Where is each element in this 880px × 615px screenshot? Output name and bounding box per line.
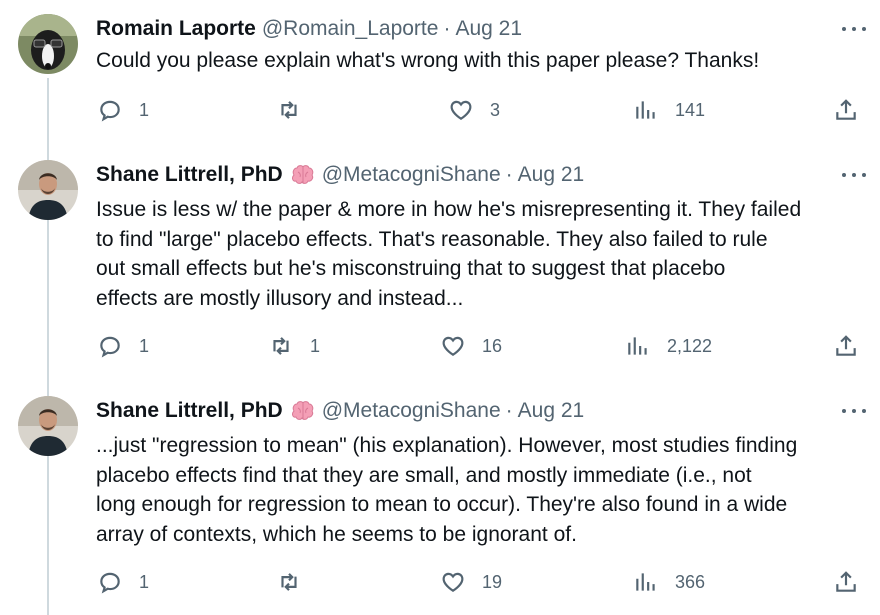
like-button[interactable]: 3 [448, 90, 500, 130]
like-button[interactable]: 16 [440, 326, 502, 366]
separator: · [443, 17, 451, 40]
avatar-image [18, 14, 78, 74]
retweet-button[interactable] [276, 562, 318, 602]
bar-chart-icon [636, 101, 655, 119]
brain-emoji-icon [291, 164, 315, 186]
more-options-icon[interactable] [842, 404, 866, 418]
tweet-text: Could you please explain what's wrong wi… [96, 49, 760, 72]
speech-bubble-icon [100, 572, 120, 594]
user-handle[interactable]: @MetacogniShane [322, 399, 501, 423]
heart-icon [442, 336, 464, 356]
avatar-image [18, 160, 78, 220]
user-handle[interactable]: @MetacogniShane [322, 163, 501, 187]
display-name[interactable]: Shane Littrell, PhD [96, 399, 283, 423]
retweet-count: 1 [310, 335, 321, 356]
view-count: 2,122 [667, 335, 713, 356]
tweet-actions: 1 1 16 2,122 [0, 326, 880, 366]
share-button[interactable] [833, 326, 859, 366]
avatar[interactable] [18, 160, 78, 220]
view-count: 366 [675, 571, 706, 592]
speech-bubble-icon [100, 336, 120, 358]
like-count: 3 [490, 99, 501, 120]
avatar[interactable] [18, 14, 78, 74]
share-upload-icon [836, 99, 856, 120]
tweet-text: ...just "regression to mean" (his explan… [96, 434, 798, 546]
retweet-arrows-icon [281, 101, 297, 119]
reply-button[interactable]: 1 [97, 90, 149, 130]
views-button[interactable]: 2,122 [625, 326, 712, 366]
avatar[interactable] [18, 396, 78, 456]
more-options-icon[interactable] [842, 168, 866, 182]
reply-button[interactable]: 1 [97, 326, 149, 366]
share-upload-icon [836, 571, 856, 592]
tweet-actions: 1 3 141 [0, 90, 880, 130]
tweet-actions: 1 19 366 [0, 562, 880, 602]
retweet-arrows-icon [281, 573, 297, 591]
share-upload-icon [836, 335, 856, 356]
reply-count: 1 [139, 571, 150, 592]
user-handle[interactable]: @Romain_Laporte [262, 17, 439, 41]
share-button[interactable] [833, 90, 859, 130]
timestamp[interactable]: Aug 21 [518, 163, 585, 187]
brain-emoji-icon [291, 400, 315, 422]
views-button[interactable]: 366 [633, 562, 705, 602]
retweet-button[interactable]: 1 [268, 326, 320, 366]
timestamp[interactable]: Aug 21 [518, 399, 585, 423]
like-count: 19 [482, 571, 503, 592]
speech-bubble-icon [100, 100, 120, 122]
avatar-image [18, 396, 78, 456]
retweet-arrows-icon [273, 337, 289, 355]
timestamp[interactable]: Aug 21 [455, 17, 522, 41]
views-button[interactable]: 141 [633, 90, 705, 130]
like-count: 16 [482, 335, 503, 356]
tweet-text: Issue is less w/ the paper & more in how… [96, 198, 802, 310]
share-button[interactable] [833, 562, 859, 602]
view-count: 141 [675, 99, 706, 120]
separator: · [505, 399, 513, 422]
reply-button[interactable]: 1 [97, 562, 149, 602]
display-name[interactable]: Romain Laporte [96, 17, 256, 41]
reply-count: 1 [139, 99, 150, 120]
reply-count: 1 [139, 335, 150, 356]
separator: · [505, 163, 513, 186]
tweet-header: Shane Littrell, PhD @MetacogniShane · Au… [96, 160, 820, 190]
retweet-button[interactable] [276, 90, 318, 130]
heart-icon [450, 100, 472, 120]
bar-chart-icon [636, 573, 655, 591]
like-button[interactable]: 19 [440, 562, 502, 602]
more-options-icon[interactable] [842, 22, 866, 36]
tweet-header: Romain Laporte @Romain_Laporte · Aug 21 [96, 14, 820, 44]
display-name[interactable]: Shane Littrell, PhD [96, 163, 283, 187]
tweet-header: Shane Littrell, PhD @MetacogniShane · Au… [96, 396, 820, 426]
heart-icon [442, 572, 464, 592]
bar-chart-icon [628, 337, 647, 355]
